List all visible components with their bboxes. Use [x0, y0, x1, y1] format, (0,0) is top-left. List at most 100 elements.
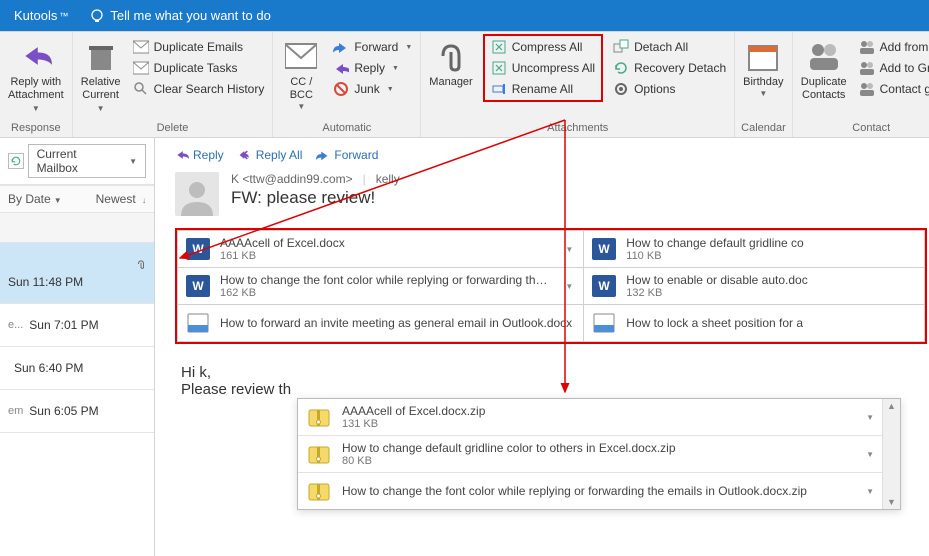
zip-attachment-item[interactable]: How to change default gridline color to … [298, 436, 882, 473]
tell-me-search[interactable]: Tell me what you want to do [82, 0, 929, 31]
scrollbar[interactable]: ▲ ▼ [882, 399, 900, 509]
mail-list-item[interactable]: Sun 11:48 PM [0, 243, 154, 304]
mailbox-dropdown[interactable]: Current Mailbox▼ [28, 144, 146, 178]
duplicate-contacts-button[interactable]: DuplicateContacts [799, 34, 849, 106]
attachment-row: How to forward an invite meeting as gene… [177, 304, 925, 342]
add-from-message-button[interactable]: Add from M [857, 38, 929, 56]
attachment-item[interactable]: AAAAcell of Excel.docx161 KB ▼ [177, 231, 584, 267]
ribbon-group-calendar: Birthday▼ Calendar [735, 32, 793, 137]
mail-list-item[interactable]: e...Sun 7:01 PM [0, 304, 154, 347]
attachment-name: How to enable or disable auto.doc [626, 273, 918, 287]
word-file-icon [184, 236, 212, 262]
sort-by-button[interactable]: By Date▼ [8, 192, 62, 206]
refresh-button[interactable] [8, 153, 24, 169]
attachment-row: How to change the font color while reply… [177, 267, 925, 304]
chevron-down-icon[interactable]: ▼ [866, 487, 874, 496]
mail-list-item[interactable]: Sun 6:40 PM [0, 347, 154, 390]
down-arrow-icon: ↓ [142, 196, 146, 205]
reply-button[interactable]: Reply [175, 148, 224, 162]
clear-search-history-button[interactable]: Clear Search History [131, 80, 267, 98]
attachment-item[interactable]: How to change default gridline co110 KB [584, 231, 925, 267]
contact-group-button[interactable]: Contact gro [857, 80, 929, 98]
add-to-group-button[interactable]: Add to Gro [857, 59, 929, 77]
auto-forward-button[interactable]: Forward▼ [331, 38, 414, 56]
attachment-item[interactable]: How to change the font color while reply… [177, 268, 584, 304]
reply-icon [175, 148, 189, 162]
junk-icon [333, 81, 349, 97]
message-body: Hi k, Please review th [167, 344, 929, 398]
reply-with-attachment-button[interactable]: Reply withAttachment ▼ [6, 34, 66, 120]
refresh-icon [10, 155, 22, 167]
attachment-name: How to forward an invite meeting as gene… [220, 316, 577, 330]
attachment-icon [136, 257, 146, 271]
zip-file-icon [306, 478, 332, 504]
sort-direction-button[interactable]: Newest ↓ [96, 192, 146, 206]
group-icon [859, 81, 875, 97]
mail-prefix: em [8, 405, 23, 417]
attachment-name: AAAAcell of Excel.docx.zip [342, 404, 856, 418]
duplicate-emails-button[interactable]: Duplicate Emails [131, 38, 267, 56]
chevron-down-icon: ▼ [392, 65, 399, 72]
junk-button[interactable]: Junk▼ [331, 80, 414, 98]
attachment-options-button[interactable]: Options [611, 80, 728, 98]
attachment-icon [435, 40, 467, 72]
scroll-up-icon[interactable]: ▲ [887, 401, 896, 411]
body-line: Please review th [181, 381, 929, 398]
word-file-icon [590, 236, 618, 262]
chevron-down-icon[interactable]: ▼ [866, 450, 874, 459]
group-label-automatic: Automatic [279, 120, 414, 137]
zip-attachment-item[interactable]: AAAAcell of Excel.docx.zip131 KB ▼ [298, 399, 882, 436]
chevron-down-icon[interactable]: ▼ [866, 413, 874, 422]
doc-file-icon [590, 310, 618, 336]
attachment-name: AAAAcell of Excel.docx [220, 236, 553, 250]
lightbulb-icon [90, 9, 104, 23]
reply-all-button[interactable]: Reply All [238, 148, 303, 162]
add-person-icon [859, 39, 875, 55]
attachment-row: AAAAcell of Excel.docx161 KB ▼ How to ch… [177, 230, 925, 267]
attachment-name: How to change default gridline co [626, 236, 918, 250]
group-label-calendar: Calendar [741, 120, 786, 137]
group-label-response: Response [6, 120, 66, 137]
detach-icon [613, 39, 629, 55]
zip-attachment-item[interactable]: How to change the font color while reply… [298, 473, 882, 509]
mail-list-item[interactable]: emSun 6:05 PM [0, 390, 154, 433]
mail-list-header: Current Mailbox▼ [0, 138, 154, 185]
chevron-down-icon[interactable]: ▼ [561, 282, 577, 291]
mail-list-pane: Current Mailbox▼ By Date▼ Newest ↓ Sun 1… [0, 138, 155, 556]
forward-icon [333, 39, 349, 55]
birthday-button[interactable]: Birthday▼ [741, 34, 785, 103]
duplicate-tasks-button[interactable]: Duplicate Tasks [131, 59, 267, 77]
body-line: Hi k, [181, 364, 929, 381]
attachment-item[interactable]: How to forward an invite meeting as gene… [177, 305, 584, 341]
mail-time: Sun 11:48 PM [8, 275, 146, 289]
attachment-item[interactable]: How to enable or disable auto.doc132 KB [584, 268, 925, 304]
attachment-item[interactable]: How to lock a sheet position for a [584, 305, 925, 341]
uncompress-all-button[interactable]: Uncompress All [489, 59, 597, 77]
attachment-manager-button[interactable]: Manager [427, 34, 474, 93]
detach-all-button[interactable]: Detach All [611, 38, 728, 56]
ribbon-group-contact: DuplicateContacts Add from M Add to Gro … [793, 32, 929, 137]
ribbon-group-automatic: CC / BCC▼ Forward▼ Reply▼ Junk▼ Automati… [273, 32, 421, 137]
recovery-detach-button[interactable]: Recovery Detach [611, 59, 728, 77]
chevron-down-icon: ▼ [32, 104, 40, 113]
attachment-size: 132 KB [626, 287, 918, 299]
auto-reply-button[interactable]: Reply▼ [331, 59, 414, 77]
uncompress-icon [491, 60, 507, 76]
attachment-name: How to lock a sheet position for a [626, 316, 918, 330]
mail-time: Sun 6:40 PM [14, 361, 146, 375]
rename-all-button[interactable]: Rename All [489, 80, 597, 98]
tab-kutools[interactable]: Kutools™ [0, 0, 82, 31]
avatar [175, 172, 219, 216]
compress-all-button[interactable]: Compress All [489, 38, 597, 56]
people-icon [808, 40, 840, 72]
chevron-down-icon: ▼ [405, 44, 412, 51]
chevron-down-icon[interactable]: ▼ [561, 245, 577, 254]
ribbon-group-response: Reply withAttachment ▼ Response [0, 32, 73, 137]
calendar-icon [747, 40, 779, 72]
word-file-icon [590, 273, 618, 299]
scroll-down-icon[interactable]: ▼ [887, 497, 896, 507]
relative-current-button[interactable]: RelativeCurrent ▼ [79, 34, 123, 120]
ccbcc-button[interactable]: CC / BCC▼ [279, 34, 323, 116]
forward-button[interactable]: Forward [316, 148, 378, 162]
reply-attachment-icon [20, 40, 52, 72]
